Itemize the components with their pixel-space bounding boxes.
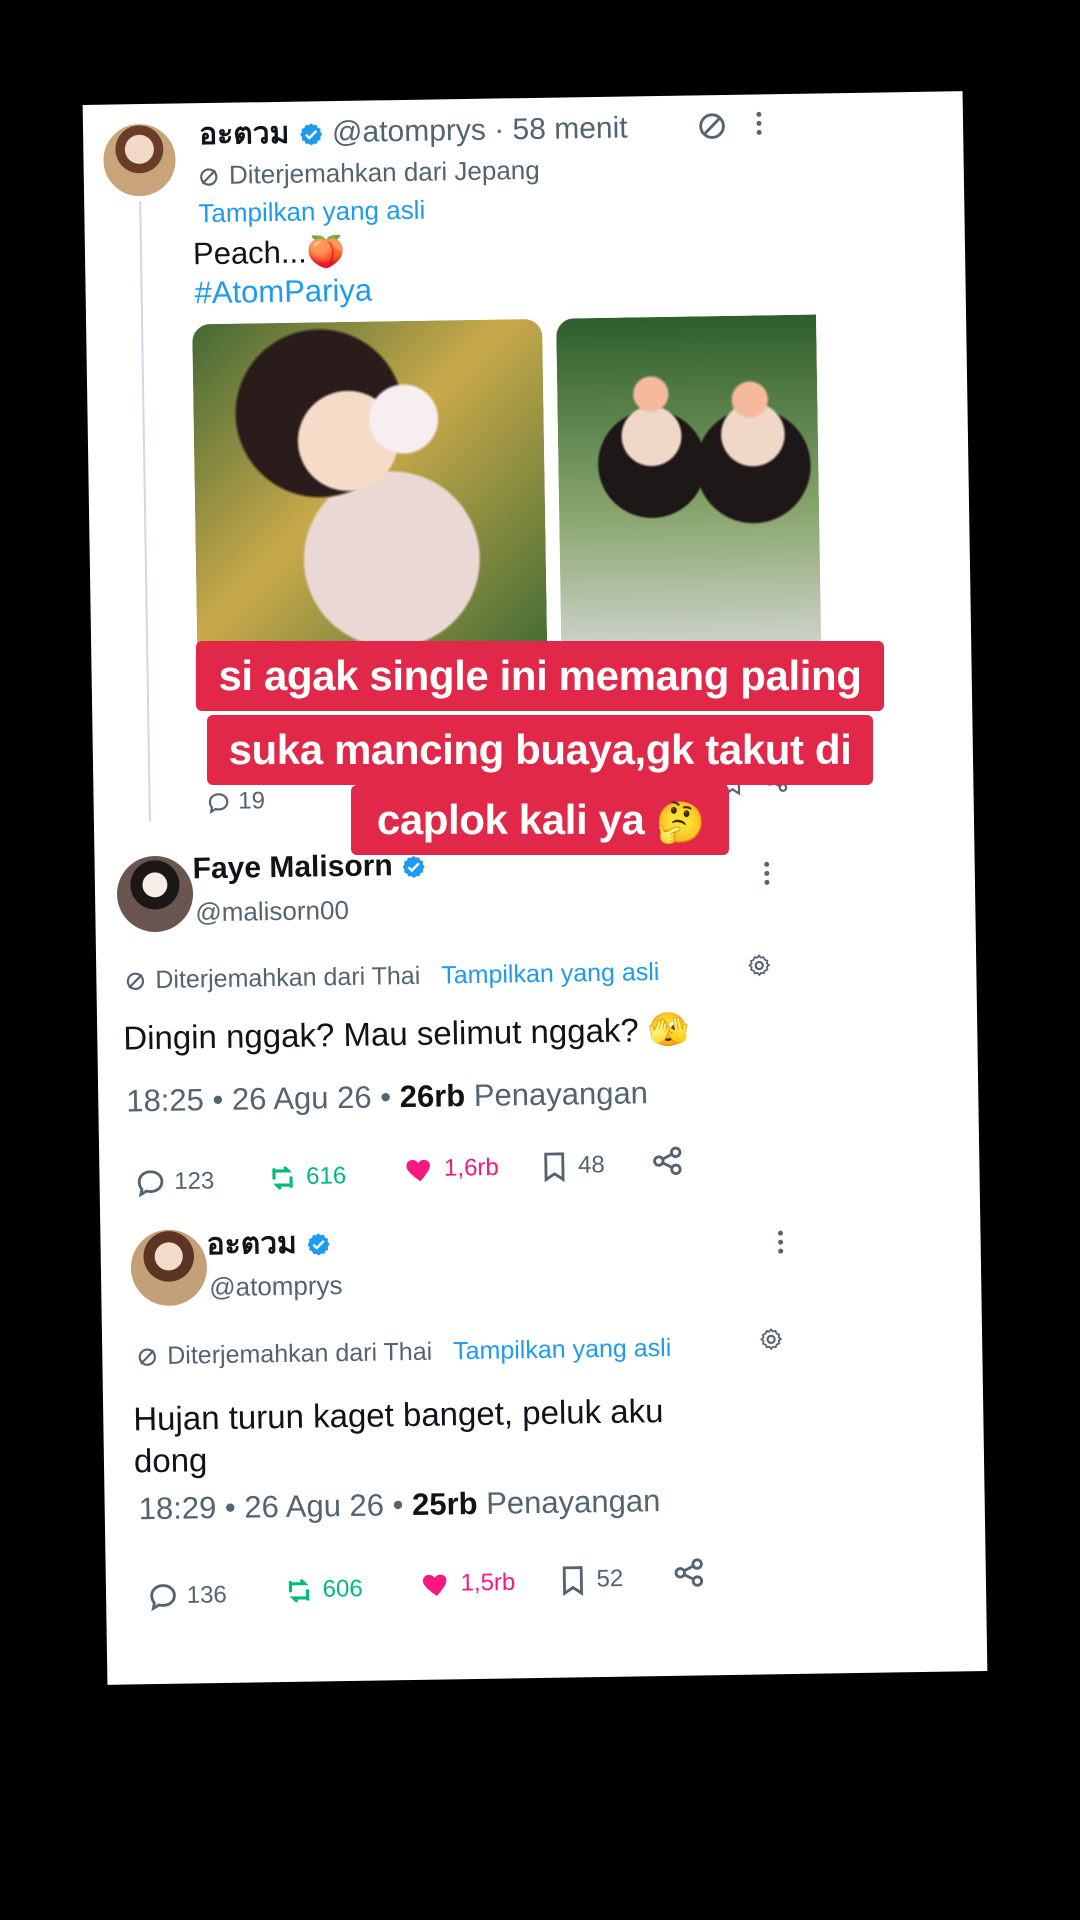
translate-icon [138, 1348, 156, 1367]
grok-icon[interactable] [695, 109, 730, 144]
handle[interactable]: @atomprys [209, 1269, 343, 1303]
avatar[interactable] [130, 1229, 208, 1307]
separator-dot: · [493, 113, 505, 147]
post-date[interactable]: 26 Agu 26 [232, 1080, 372, 1117]
like-stat[interactable]: 1,5rb [420, 1566, 516, 1601]
post1-header: อะตวม @atomprys · 58 menit [199, 110, 628, 153]
avatar[interactable] [100, 121, 179, 199]
post-photo-2[interactable] [556, 314, 822, 669]
more-options-icon[interactable] [749, 106, 770, 140]
heart-icon [422, 1574, 447, 1596]
reply-stat-partial[interactable]: 19 [205, 786, 265, 817]
show-original-link[interactable]: Tampilkan yang asli [198, 194, 425, 230]
translated-from-text: Diterjemahkan dari Thai [167, 1337, 433, 1370]
share-icon[interactable] [763, 768, 789, 794]
views-count: 26rb [399, 1078, 466, 1115]
views-stat-partial[interactable]: 29rb [628, 776, 677, 807]
like-stat[interactable]: 1,6rb [403, 1152, 499, 1187]
hashtag-link[interactable]: #AtomPariya [194, 271, 372, 312]
post3-header: อะตวม [206, 1225, 331, 1263]
repost-stat[interactable]: 606 [282, 1573, 363, 1608]
verified-badge-icon [307, 1233, 330, 1256]
settings-gear-icon[interactable] [758, 1326, 784, 1352]
handle[interactable]: @malisorn00 [195, 894, 349, 928]
post-text: Hujan turun kaget banget, peluk aku dong [133, 1390, 664, 1482]
repost-stat[interactable]: 616 [265, 1160, 346, 1195]
bookmark-icon [562, 1566, 584, 1597]
bookmark-icon[interactable] [719, 771, 745, 797]
translation-row: Diterjemahkan dari Thai Tampilkan yang a… [122, 956, 660, 996]
translate-icon [126, 973, 145, 991]
bookmark-icon [544, 1152, 565, 1183]
post-text-line-2: dong [133, 1441, 208, 1480]
heart-icon [406, 1159, 430, 1182]
post2-header: Faye Malisorn [192, 848, 427, 888]
share-icon[interactable] [650, 1144, 685, 1179]
verified-badge-icon [299, 123, 322, 146]
translation-label: Diterjemahkan dari Jepang [196, 154, 540, 191]
reply-icon [150, 1584, 176, 1612]
translation-row: Diterjemahkan dari Thai Tampilkan yang a… [134, 1332, 671, 1372]
reply-icon [208, 792, 229, 814]
translated-from-text: Diterjemahkan dari Jepang [228, 154, 540, 190]
display-name[interactable]: อะตวม [206, 1227, 297, 1261]
reply-icon [137, 1170, 164, 1198]
repost-icon [272, 1166, 293, 1190]
views-label: Penayangan [473, 1075, 649, 1113]
display-name[interactable]: อะตวม [199, 117, 290, 151]
translated-from-text: Diterjemahkan dari Thai [155, 961, 421, 994]
post-text: Peach...🍑 [192, 233, 346, 272]
post-text-line-1: Hujan turun kaget banget, peluk aku [132, 1392, 664, 1438]
views-count: 25rb [411, 1485, 478, 1523]
post-time[interactable]: 58 menit [512, 111, 628, 146]
tweet-screenshot-card: อะตวม @atomprys · 58 menit Diterjemahkan… [82, 91, 988, 1685]
bookmark-stat[interactable]: 52 [556, 1563, 624, 1598]
post-time[interactable]: 18:29 [138, 1490, 216, 1526]
post-date[interactable]: 26 Agu 26 [244, 1487, 384, 1524]
reply-stat[interactable]: 136 [146, 1579, 227, 1614]
show-original-link[interactable]: Tampilkan yang asli [441, 958, 660, 989]
views-label: Penayangan [485, 1483, 661, 1521]
translate-icon [200, 168, 218, 186]
reply-stat[interactable]: 123 [133, 1165, 214, 1200]
screen: อะตวม @atomprys · 58 menit Diterjemahkan… [0, 0, 1080, 1920]
show-original-link[interactable]: Tampilkan yang asli [453, 1334, 672, 1365]
repost-icon [288, 1579, 310, 1603]
post-meta: 18:25 • 26 Agu 26 • 26rb Penayangan [126, 1075, 649, 1119]
post-meta: 18:29 • 26 Agu 26 • 25rb Penayangan [138, 1483, 661, 1527]
more-options-icon[interactable] [757, 856, 778, 890]
post-photo-1[interactable] [192, 318, 548, 675]
handle[interactable]: @atomprys [332, 114, 486, 149]
display-name[interactable]: Faye Malisorn [192, 849, 393, 885]
bookmark-stat[interactable]: 48 [537, 1149, 605, 1184]
thread-line [139, 201, 151, 822]
post-text: Dingin nggak? Mau selimut nggak? 🫣 [123, 1010, 690, 1057]
more-options-icon[interactable] [770, 1225, 791, 1259]
avatar[interactable] [116, 855, 194, 933]
settings-gear-icon[interactable] [746, 952, 772, 978]
share-icon[interactable] [672, 1555, 707, 1590]
verified-badge-icon [403, 855, 426, 879]
post-time[interactable]: 18:25 [126, 1082, 204, 1118]
